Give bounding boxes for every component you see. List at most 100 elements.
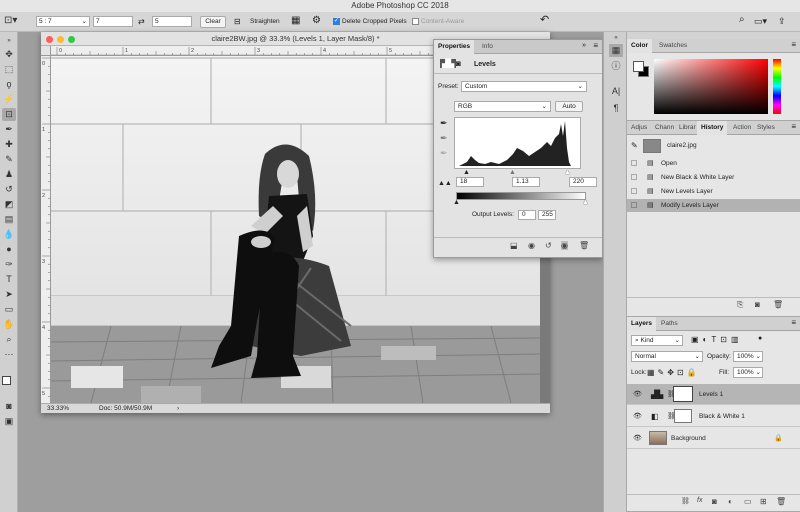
ruler-origin[interactable] bbox=[41, 46, 51, 56]
set-black-point-icon[interactable]: ✒ bbox=[440, 118, 448, 129]
workspace-icon[interactable]: ▭▾ bbox=[754, 16, 767, 26]
layer-row-selected[interactable]: 👁 ▟▙ ⛓ Levels 1 bbox=[627, 384, 800, 405]
filter-icons[interactable]: ▣◐T⊡▥ bbox=[691, 335, 743, 344]
tab-styles[interactable]: Styles bbox=[753, 121, 779, 135]
properties-panel-icon[interactable]: ▦ bbox=[609, 44, 623, 57]
panel-menu-icon[interactable]: ≡ bbox=[791, 40, 796, 49]
clip-to-layer-icon[interactable]: ⬓ bbox=[510, 241, 518, 250]
history-source-box[interactable] bbox=[631, 202, 637, 208]
straighten-label[interactable]: Straighten bbox=[250, 17, 280, 27]
lasso-tool-icon[interactable]: ϙ bbox=[2, 78, 16, 91]
crop-tool-icon[interactable]: ⊡ bbox=[2, 108, 16, 121]
tab-properties[interactable]: Properties bbox=[434, 40, 475, 54]
fill-field[interactable]: 100% ⌄ bbox=[733, 367, 763, 378]
vertical-ruler[interactable]: 0 1 2 3 4 5 bbox=[41, 56, 51, 403]
add-mask-icon[interactable]: ◙ bbox=[712, 497, 717, 506]
input-gray-slider[interactable]: ▲ bbox=[509, 169, 516, 176]
pen-tool-icon[interactable]: ✑ bbox=[2, 258, 16, 271]
history-source-box[interactable] bbox=[631, 160, 637, 166]
path-selection-icon[interactable]: ➤ bbox=[2, 288, 16, 301]
straighten-icon[interactable]: ⊟ bbox=[234, 17, 241, 27]
tab-actions[interactable]: Action bbox=[729, 121, 755, 135]
link-layers-icon[interactable]: ⛓ bbox=[681, 497, 690, 505]
trash-icon[interactable]: 🗑 bbox=[776, 497, 786, 506]
new-layer-icon[interactable]: ⊞ bbox=[760, 497, 767, 506]
tab-paths[interactable]: Paths bbox=[657, 317, 682, 331]
height-field[interactable]: 5 bbox=[152, 16, 192, 27]
blur-tool-icon[interactable]: 💧 bbox=[2, 228, 16, 241]
preset-select[interactable]: Custom ⌄ bbox=[461, 81, 587, 92]
output-black-slider[interactable]: ▲ bbox=[453, 199, 460, 206]
trash-icon[interactable]: 🗑 bbox=[579, 241, 589, 250]
filter-toggle-icon[interactable]: ● bbox=[758, 335, 762, 342]
content-aware-checkbox[interactable]: Content-Aware bbox=[412, 17, 464, 27]
history-state[interactable]: ▤ New Black & White Layer bbox=[627, 171, 800, 184]
character-panel-icon[interactable]: A| bbox=[609, 85, 623, 98]
swap-dimensions-icon[interactable]: ⇄ bbox=[138, 17, 145, 27]
layer-mask-icon[interactable]: ◙ bbox=[456, 59, 461, 68]
layer-mask-thumbnail[interactable] bbox=[674, 409, 692, 423]
camera-icon[interactable]: ◙ bbox=[755, 300, 760, 309]
foreground-color-swatch[interactable] bbox=[2, 376, 11, 385]
layer-row[interactable]: 👁 Background 🔒 bbox=[627, 428, 800, 449]
history-brush-icon[interactable]: ↺ bbox=[2, 183, 16, 196]
zoom-level[interactable]: 33.33% bbox=[47, 404, 69, 413]
reset-icon[interactable]: ↺ bbox=[545, 241, 552, 250]
output-black-field[interactable]: 0 bbox=[518, 210, 536, 220]
foreground-color-swatch[interactable] bbox=[633, 61, 644, 72]
blend-mode-select[interactable]: Normal ⌄ bbox=[631, 351, 703, 362]
collapse-icon[interactable]: » bbox=[2, 35, 16, 48]
tab-libraries[interactable]: Librar bbox=[675, 121, 700, 135]
zoom-tool-icon[interactable]: ⌕ bbox=[2, 333, 16, 346]
clear-button[interactable]: Clear bbox=[200, 16, 226, 28]
input-black-slider[interactable]: ▲ bbox=[463, 169, 470, 176]
eraser-tool-icon[interactable]: ◩ bbox=[2, 198, 16, 211]
tab-color[interactable]: Color bbox=[627, 39, 652, 53]
collapse-panel-icon[interactable]: » bbox=[582, 42, 586, 49]
search-icon[interactable]: ⌕ bbox=[739, 15, 745, 25]
history-state[interactable]: ▤ Open bbox=[627, 157, 800, 170]
delete-cropped-checkbox[interactable]: ✓ Delete Cropped Pixels bbox=[333, 17, 407, 27]
clipping-warning-icon[interactable]: ▲▲ bbox=[438, 180, 452, 187]
history-source-box[interactable] bbox=[631, 188, 637, 194]
magic-wand-icon[interactable]: ⚡ bbox=[2, 93, 16, 106]
tab-swatches[interactable]: Swatches bbox=[655, 39, 691, 53]
auto-button[interactable]: Auto bbox=[555, 101, 583, 112]
zoom-window-icon[interactable] bbox=[68, 36, 75, 43]
rectangle-tool-icon[interactable]: ▭ bbox=[2, 303, 16, 316]
lock-icon[interactable]: 🔒 bbox=[774, 428, 783, 449]
panel-menu-icon[interactable]: ≡ bbox=[593, 41, 598, 50]
layer-mask-thumbnail[interactable] bbox=[673, 386, 693, 402]
tab-history[interactable]: History bbox=[697, 121, 728, 135]
gear-icon[interactable]: ⚙ bbox=[312, 16, 321, 26]
quick-mask-icon[interactable]: ◙ bbox=[2, 400, 16, 413]
history-snapshot[interactable]: ✎ claire2.jpg bbox=[627, 138, 800, 154]
type-tool-icon[interactable]: T bbox=[2, 273, 16, 286]
gradient-tool-icon[interactable]: ▤ bbox=[2, 213, 16, 226]
ratio-preset-select[interactable]: 5 : 7 ⌄ bbox=[36, 16, 90, 27]
group-folder-icon[interactable]: ▭ bbox=[744, 497, 752, 506]
history-source-box[interactable] bbox=[631, 174, 637, 180]
brush-tool-icon[interactable]: ✎ bbox=[2, 153, 16, 166]
eye-icon[interactable]: 👁 bbox=[633, 406, 642, 427]
hue-slider[interactable] bbox=[773, 59, 781, 114]
visibility-icon[interactable]: ◉ bbox=[561, 241, 568, 250]
input-white-slider[interactable]: ▲ bbox=[564, 169, 571, 176]
layer-style-icon[interactable]: fx bbox=[697, 497, 702, 504]
adjustment-layer-icon[interactable]: ◐ bbox=[728, 497, 733, 506]
share-icon[interactable]: ⇪ bbox=[778, 16, 786, 26]
panel-menu-icon[interactable]: ≡ bbox=[791, 318, 796, 327]
more-tools-icon[interactable]: ⋯ bbox=[2, 348, 16, 361]
layer-name[interactable]: Levels 1 bbox=[699, 384, 723, 405]
view-previous-icon[interactable]: ◉ bbox=[528, 241, 535, 250]
healing-brush-icon[interactable]: ✚ bbox=[2, 138, 16, 151]
info-panel-icon[interactable]: ⓘ bbox=[609, 60, 623, 73]
overlay-grid-icon[interactable]: ▦ bbox=[291, 16, 300, 26]
history-brush-source-icon[interactable]: ✎ bbox=[631, 138, 638, 154]
opacity-field[interactable]: 100% ⌄ bbox=[733, 351, 763, 362]
input-black-field[interactable]: 18 bbox=[456, 177, 484, 187]
set-gray-point-icon[interactable]: ✒ bbox=[440, 133, 448, 144]
crop-tool-preset-icon[interactable]: ⊡▾ bbox=[4, 16, 17, 26]
width-field[interactable]: 7 bbox=[93, 16, 133, 27]
screen-mode-icon[interactable]: ▣ bbox=[2, 415, 16, 428]
